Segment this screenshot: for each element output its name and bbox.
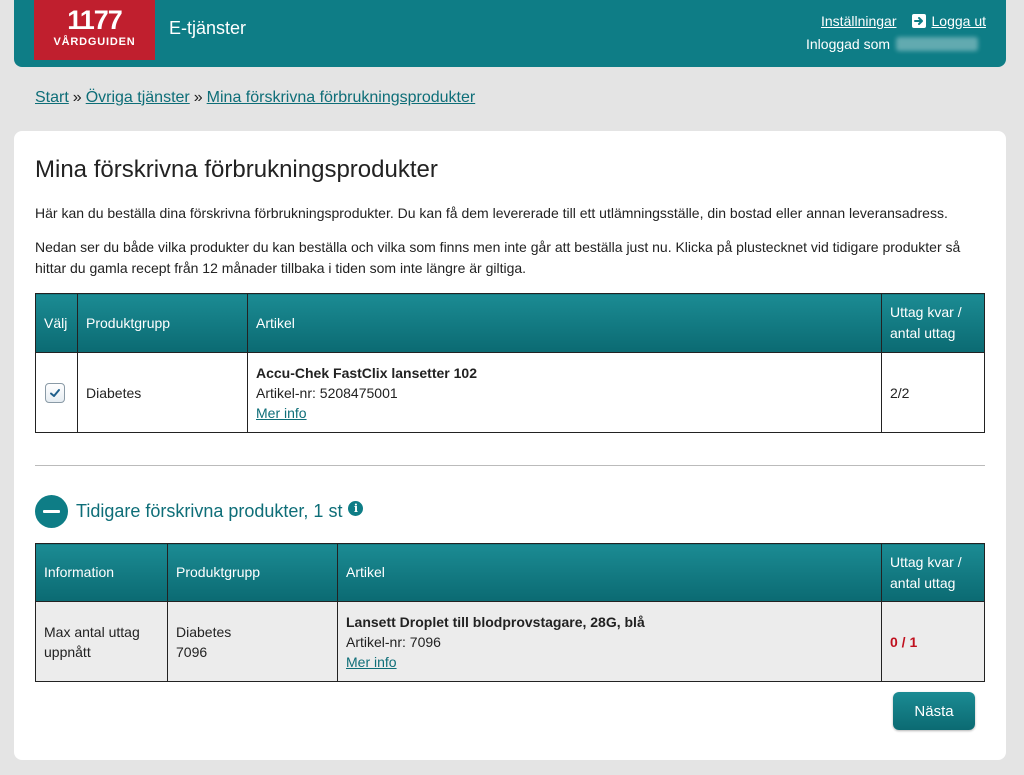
logo-text: VÅRDGUIDEN [53, 36, 136, 48]
more-info-link[interactable]: Mer info [346, 654, 397, 670]
breadcrumb-separator: » [72, 89, 82, 106]
col-withdrawals: Uttag kvar / antal uttag [881, 293, 985, 353]
product-group-cell: Diabetes 7096 [167, 601, 338, 682]
app-title: E-tjänster [169, 18, 247, 38]
redacted-username [896, 37, 979, 51]
logout-icon [911, 14, 926, 28]
more-info-link[interactable]: Mer info [256, 405, 307, 421]
table-row: Max antal uttag uppnått Diabetes 7096 La… [35, 601, 985, 682]
product-group: Diabetes [176, 623, 232, 640]
previous-products-table: Information Produktgrupp Artikel Uttag k… [35, 543, 985, 682]
col-product-group: Produktgrupp [77, 293, 248, 353]
article-cell: Accu-Chek FastClix lansetter 102 Artikel… [247, 352, 882, 433]
col-withdrawals-line1: Uttag kvar / [890, 304, 962, 320]
col-information: Information [35, 543, 168, 602]
section-divider [35, 465, 985, 466]
col-product-group: Produktgrupp [167, 543, 338, 602]
col-withdrawals-line2: antal uttag [890, 574, 956, 591]
logout-label: Logga ut [931, 13, 987, 29]
withdrawals-cell: 0 / 1 [881, 601, 985, 682]
info-line-2: uppnått [44, 643, 91, 660]
user-menu: Inställningar Logga ut Inloggad som [806, 12, 986, 53]
article-number: Artikel-nr: 7096 [346, 633, 441, 650]
information-cell: Max antal uttag uppnått [35, 601, 168, 682]
breadcrumb-other-services[interactable]: Övriga tjänster [86, 89, 190, 106]
article-number: Artikel-nr: 5208475001 [256, 384, 398, 401]
select-checkbox[interactable] [45, 382, 65, 403]
article-cell: Lansett Droplet till blodprovstagare, 28… [337, 601, 882, 682]
select-cell [35, 352, 78, 433]
article-name: Accu-Chek FastClix lansetter 102 [256, 364, 477, 381]
intro-text-1: Här kan du beställa dina förskrivna förb… [35, 205, 948, 221]
col-withdrawals-line1: Uttag kvar / [890, 553, 962, 570]
breadcrumb: Start» Övriga tjänster» Mina förskrivna fö… [35, 89, 475, 107]
article-name: Lansett Droplet till blodprovstagare, 28… [346, 613, 645, 630]
previous-products-toggle: Tidigare förskrivna produkter, 1 st i [35, 495, 364, 528]
breadcrumb-start[interactable]: Start [35, 89, 69, 106]
top-header: 1177 VÅRDGUIDEN E-tjänster Inställningar… [14, 0, 1006, 67]
page-title: Mina förskrivna förbrukningsprodukter [35, 156, 438, 183]
product-group-cell: Diabetes [77, 352, 248, 433]
withdrawals-cell: 2/2 [881, 352, 985, 433]
logo-number: 1177 [67, 5, 123, 35]
col-article: Artikel [247, 293, 882, 353]
logged-in-label: Inloggad som [806, 36, 891, 52]
collapse-minus-icon[interactable] [35, 495, 68, 528]
logout-link[interactable]: Logga ut [911, 13, 987, 29]
vardguiden-logo[interactable]: 1177 VÅRDGUIDEN [34, 0, 155, 60]
breadcrumb-current[interactable]: Mina förskrivna förbrukningsprodukter [207, 89, 476, 106]
table-row: Diabetes Accu-Chek FastClix lansetter 10… [35, 352, 985, 433]
main-card: Mina förskrivna förbrukningsprodukter Hä… [14, 131, 1006, 760]
col-withdrawals: Uttag kvar / antal uttag [881, 543, 985, 602]
info-line-1: Max antal uttag [44, 623, 140, 640]
col-withdrawals-line2: antal uttag [890, 325, 956, 341]
product-group-code: 7096 [176, 643, 208, 660]
col-article: Artikel [337, 543, 882, 602]
next-button[interactable]: Nästa [893, 692, 975, 730]
breadcrumb-separator: » [193, 89, 203, 106]
previous-products-title[interactable]: Tidigare förskrivna produkter, 1 st [76, 501, 342, 522]
info-icon[interactable]: i [348, 501, 364, 516]
current-products-table: Välj Produktgrupp Artikel Uttag kvar / a… [35, 293, 985, 433]
intro-text-2: Nedan ser du både vilka produkter du kan… [35, 239, 961, 276]
col-select: Välj [35, 293, 78, 353]
checkmark-icon [50, 388, 60, 397]
settings-link[interactable]: Inställningar [821, 13, 897, 29]
